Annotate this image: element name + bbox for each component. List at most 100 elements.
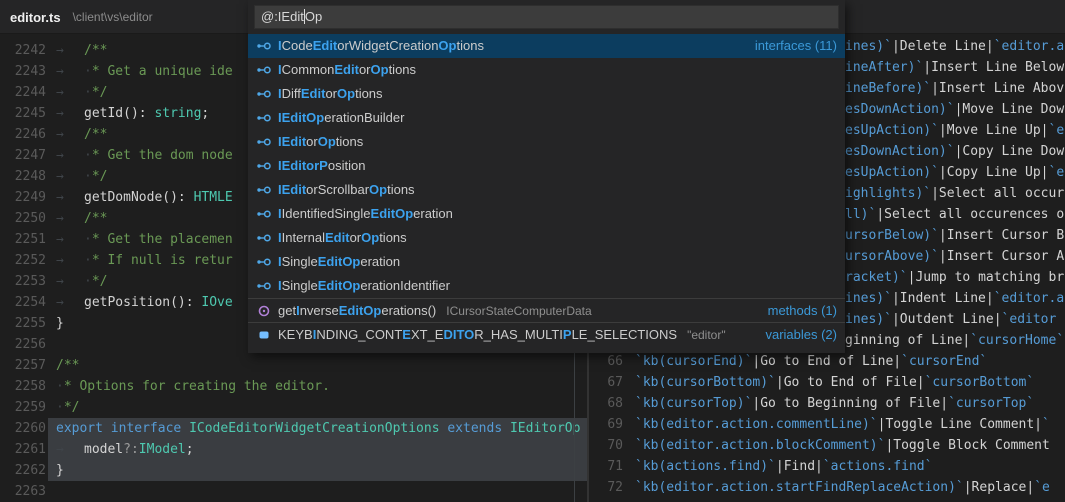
symbol-row[interactable]: ISingleEditOperation <box>248 250 845 274</box>
line-number: 2253 <box>0 271 46 292</box>
symbol-name: IEditorPosition <box>278 154 365 178</box>
line-number: 2246 <box>0 124 46 145</box>
line-number: 66 <box>589 351 623 372</box>
code-line[interactable]: 68 `kb(cursorTop)`|Go to Beginning of Fil… <box>589 393 1065 414</box>
match-badge: methods (1) <box>768 299 837 323</box>
code-text: esUpAction)`|Move Line Up|`e <box>845 120 1064 141</box>
code-text: esUpAction)`|Copy Line Up|`e <box>845 162 1064 183</box>
code-line[interactable]: 2263 <box>0 481 587 502</box>
symbol-row[interactable]: ISingleEditOperationIdentifier <box>248 274 845 298</box>
code-text: →·* If null is retur <box>56 250 233 271</box>
code-line[interactable]: 70 `kb(editor.action.blockComment)`|Toggl… <box>589 435 1065 456</box>
code-text: →·*/ <box>56 166 107 187</box>
line-number: 2263 <box>0 481 46 502</box>
code-text: →·* Get the dom node <box>56 145 233 166</box>
line-number: 70 <box>589 435 623 456</box>
match-badge: variables (2) <box>765 323 837 347</box>
symbol-row[interactable]: ICodeEditorWidgetCreationOptionsinterfac… <box>248 34 845 58</box>
code-line[interactable]: 67 `kb(cursorBottom)`|Go to End of File|`… <box>589 372 1065 393</box>
code-line[interactable]: 2259 ·*/ <box>0 397 587 418</box>
code-text: ines)`|Outdent Line|`editor <box>845 309 1056 330</box>
code-line[interactable]: 72`kb(editor.action.startFindReplaceActi… <box>589 477 1065 498</box>
line-number: 2255 <box>0 313 46 334</box>
code-text: `kb(cursorTop)`|Go to Beginning of File|… <box>635 393 1034 414</box>
code-text: →·*/ <box>56 271 107 292</box>
line-number: 2247 <box>0 145 46 166</box>
code-text: esDownAction)`|Copy Line Dow <box>845 141 1064 162</box>
line-number: 2245 <box>0 103 46 124</box>
tab-path: \client\vs\editor <box>73 10 153 24</box>
method-icon <box>256 303 272 319</box>
code-line[interactable]: 2257/** <box>0 355 587 376</box>
quick-open-input[interactable]: @:IEditOp <box>254 5 839 29</box>
code-text: ll)`|Select all occurences o <box>845 204 1064 225</box>
code-text: ·* Options for creating the editor. <box>56 376 330 397</box>
symbol-name: IDiffEditorOptions <box>278 82 383 106</box>
interface-icon <box>256 86 272 102</box>
line-number: 2242 <box>0 40 46 61</box>
line-number: 68 <box>589 393 623 414</box>
code-text: →getDomNode(): HTMLE <box>56 187 233 208</box>
query-after-cursor: Op <box>305 9 322 24</box>
code-text: →getPosition(): IOve <box>56 292 233 313</box>
code-line[interactable]: 66 `kb(cursorEnd)`|Go to End of Line|`cur… <box>589 351 1065 372</box>
code-line[interactable]: 69`kb(editor.action.commentLine)`|Toggle… <box>589 414 1065 435</box>
tab-title: editor.ts <box>10 10 61 25</box>
code-text: `kb(actions.find)`|Find|`actions.find` <box>635 456 932 477</box>
code-text: →/** <box>56 124 107 145</box>
symbol-name: IInternalEditorOptions <box>278 226 407 250</box>
line-highlight <box>48 460 587 481</box>
code-line[interactable]: 2260export interface ICodeEditorWidgetCr… <box>0 418 587 439</box>
symbol-name: ISingleEditOperation <box>278 250 400 274</box>
code-line[interactable]: 2261→model?:IModel; <box>0 439 587 460</box>
code-line[interactable]: 2262} <box>0 460 587 481</box>
symbol-row[interactable]: IDiffEditorOptions <box>248 82 845 106</box>
code-text: ginning of Line|`cursorHome` <box>845 330 1064 351</box>
code-text: →·* Get a unique ide <box>56 61 233 82</box>
symbol-name: IEditorScrollbarOptions <box>278 178 415 202</box>
symbol-row[interactable]: IEditorOptions <box>248 130 845 154</box>
code-text: `kb(editor.action.commentLine)`|Toggle L… <box>635 414 1050 435</box>
variable-icon <box>256 327 272 343</box>
code-text: `kb(cursorEnd)`|Go to End of Line|`curso… <box>635 351 987 372</box>
symbol-description: ICursorStateComputerData <box>446 299 591 323</box>
code-text: ineAfter)`|Insert Line Below <box>845 57 1064 78</box>
code-line[interactable]: 71`kb(actions.find)`|Find|`actions.find` <box>589 456 1065 477</box>
line-number: 2258 <box>0 376 46 397</box>
vscode-window: editor.ts \client\vs\editor 2242 →/** 2243… <box>0 0 1065 502</box>
symbol-list: ICodeEditorWidgetCreationOptionsinterfac… <box>248 34 845 346</box>
code-text: `kb(cursorBottom)`|Go to End of File|`cu… <box>635 372 1034 393</box>
tab-editor-ts[interactable]: editor.ts \client\vs\editor <box>0 0 163 34</box>
symbol-row[interactable]: IEditorPosition <box>248 154 845 178</box>
symbol-name: ISingleEditOperationIdentifier <box>278 274 450 298</box>
symbol-row[interactable]: IInternalEditorOptions <box>248 226 845 250</box>
line-number: 2248 <box>0 166 46 187</box>
line-number: 2257 <box>0 355 46 376</box>
interface-icon <box>256 134 272 150</box>
symbol-row[interactable]: IEditOperationBuilder <box>248 106 845 130</box>
line-number: 2260 <box>0 418 46 439</box>
symbol-row[interactable]: ICommonEditorOptions <box>248 58 845 82</box>
symbol-name: IIdentifiedSingleEditOperation <box>278 202 453 226</box>
code-text: ines)`|Delete Line|`editor.a <box>845 36 1064 57</box>
symbol-description: "editor" <box>687 323 726 347</box>
code-text: } <box>56 460 64 481</box>
code-text: `kb(editor.action.blockComment)`|Toggle … <box>635 435 1050 456</box>
code-text: ·*/ <box>56 397 79 418</box>
line-number: 2259 <box>0 397 46 418</box>
symbol-row[interactable]: IIdentifiedSingleEditOperation <box>248 202 845 226</box>
symbol-row[interactable]: getInverseEditOperations()ICursorStateCo… <box>248 298 845 322</box>
symbol-row[interactable]: KEYBINDING_CONTEXT_EDITOR_HAS_MULTIPLE_S… <box>248 322 845 346</box>
code-text: esDownAction)`|Move Line Dow <box>845 99 1064 120</box>
code-line[interactable]: 2258 ·* Options for creating the editor. <box>0 376 587 397</box>
symbol-row[interactable]: IEditorScrollbarOptions <box>248 178 845 202</box>
line-number: 2243 <box>0 61 46 82</box>
line-number: 2261 <box>0 439 46 460</box>
code-text: →·* Get the placemen <box>56 229 233 250</box>
line-number: 2262 <box>0 460 46 481</box>
symbol-name: IEditorOptions <box>278 130 363 154</box>
line-number: 67 <box>589 372 623 393</box>
match-badge: interfaces (11) <box>755 34 837 58</box>
symbol-name: ICommonEditorOptions <box>278 58 416 82</box>
line-number: 72 <box>589 477 623 498</box>
